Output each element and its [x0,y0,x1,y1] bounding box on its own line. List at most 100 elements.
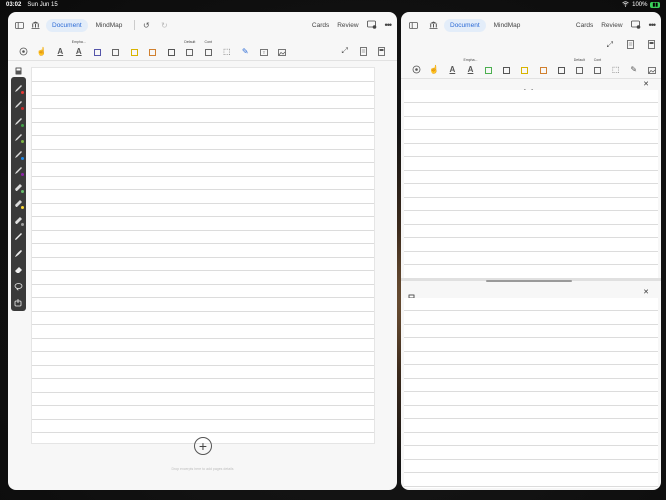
pen-lime-icon[interactable] [13,130,25,147]
finger-draw-icon[interactable] [13,295,25,312]
text-tool-icon[interactable]: A [51,40,70,58]
right-study-settings-icon[interactable] [630,20,641,31]
emphasis-label: Empha... [71,40,86,44]
ruled-line [32,378,374,379]
undo-icon[interactable]: ↺ [141,20,151,30]
add-page-button[interactable]: + [194,437,212,455]
right-default-frame-tool[interactable]: Default [570,58,588,76]
cards-button[interactable]: Cards [312,22,329,29]
right-view-mode-segment: Document MindMap [444,18,527,32]
right-toolbar-top-row: ⤢ [607,40,655,51]
ruled-line [404,458,658,460]
image-tool-icon[interactable] [273,40,292,58]
eraser-icon[interactable] [13,262,25,279]
right-top-notebook-page[interactable] [404,90,658,280]
right-cards-button[interactable]: Cards [576,22,593,29]
right-notebook-icon[interactable] [648,40,655,51]
right-yellow-frame-tool-icon[interactable] [516,58,534,76]
tab-document[interactable]: Document [46,18,88,32]
right-fullscreen-icon[interactable]: ⤢ [607,40,613,51]
right-lasso-tool-icon[interactable]: ⬚ [607,58,625,76]
right-cont-label: Cont [593,58,602,62]
svg-text:T: T [263,50,266,55]
right-tab-document[interactable]: Document [444,18,486,32]
right-review-button[interactable]: Review [601,22,622,29]
right-topbar: Document MindMap Cards Review ••• [401,12,661,38]
left-notebook-page[interactable] [31,67,375,444]
status-time: 03:02 [6,2,22,8]
default-frame-tool[interactable]: Default [181,40,200,58]
ruled-line [404,115,658,117]
right-pen-tool-icon[interactable]: ✎ [625,58,643,76]
ruled-line [404,169,658,171]
review-button[interactable]: Review [337,22,358,29]
ruled-line [404,237,658,238]
orange-frame-tool-icon[interactable] [144,40,163,58]
textbox-tool-icon[interactable]: T [255,40,274,58]
ruled-line [32,337,374,339]
green-frame-tool-icon[interactable] [88,40,107,58]
right-target-tool-icon[interactable] [407,58,425,76]
redo-icon[interactable]: ↻ [159,20,169,30]
ruled-line [32,310,374,312]
right-cont-frame-tool[interactable]: Cont [588,58,606,76]
right-green-frame-tool-icon[interactable] [480,58,498,76]
right-bottom-notebook-page[interactable] [404,298,658,488]
right-tab-mindmap[interactable]: MindMap [488,19,527,32]
highlighter-gray-icon[interactable] [13,212,25,229]
highlighter-yellow-icon[interactable] [13,196,25,213]
study-settings-icon[interactable] [366,20,377,31]
ruled-line [404,350,658,352]
pen-green-icon[interactable] [13,113,25,130]
right-select-frame-tool-icon[interactable] [552,58,570,76]
ruled-line [404,472,658,473]
brush-icon[interactable] [13,245,25,262]
pencil-icon[interactable] [13,229,25,246]
more-icon[interactable]: ••• [385,20,393,30]
select-frame-tool-icon[interactable] [162,40,181,58]
right-text-tool-icon[interactable]: A [443,58,461,76]
ruled-line [404,418,658,419]
target-tool-icon[interactable] [14,40,33,58]
ruled-line [32,256,374,258]
right-crop-frame-tool-icon[interactable] [498,58,516,76]
right-more-icon[interactable]: ••• [649,20,657,30]
highlighter-green-icon[interactable] [13,179,25,196]
notebook-icon[interactable] [373,40,392,58]
right-sidebar-toggle-icon[interactable] [408,20,418,30]
library-icon[interactable] [30,20,40,30]
right-emphasis-tool[interactable]: Empha... A [461,58,479,76]
right-orange-frame-tool-icon[interactable] [534,58,552,76]
pen-crimson-icon[interactable] [13,97,25,114]
top-panel-close-icon[interactable]: ✕ [643,80,649,88]
pen-blue-icon[interactable] [13,146,25,163]
lasso-tool-icon[interactable]: ⬚ [218,40,237,58]
right-page-list-icon[interactable] [627,40,634,51]
right-image-tool-icon[interactable] [643,58,661,76]
ruled-line [404,183,658,184]
lasso-icon[interactable] [13,278,25,295]
pen-tool-icon[interactable]: ✎ [236,40,255,61]
doc-small-icon[interactable] [15,62,22,75]
emphasis-tool[interactable]: Empha... A [70,40,89,58]
split-handle[interactable] [486,280,572,282]
bottom-panel-close-icon[interactable]: ✕ [643,288,649,296]
pen-purple-icon[interactable] [13,163,25,180]
wifi-icon [622,1,629,9]
tab-mindmap[interactable]: MindMap [90,19,129,32]
page-list-icon[interactable] [354,40,373,58]
yellow-frame-tool-icon[interactable] [125,40,144,58]
crop-frame-tool-icon[interactable] [107,40,126,58]
hand-tool-icon[interactable]: ☝ [33,40,52,58]
ruled-line [404,264,658,265]
right-bottom-doc-icon[interactable] [408,289,415,302]
fullscreen-icon[interactable]: ⤢ [336,40,355,58]
cont-frame-tool[interactable]: Cont [199,40,218,58]
right-hand-tool-icon[interactable]: ☝ [425,58,443,79]
right-library-icon[interactable] [428,20,438,30]
right-default-label: Default [573,58,585,62]
ruled-line [404,391,658,392]
pen-red-icon[interactable] [13,80,25,97]
sidebar-toggle-icon[interactable] [14,20,24,30]
left-document-pane: Document MindMap ↺ ↻ Cards Review ••• ☝ … [8,12,397,490]
